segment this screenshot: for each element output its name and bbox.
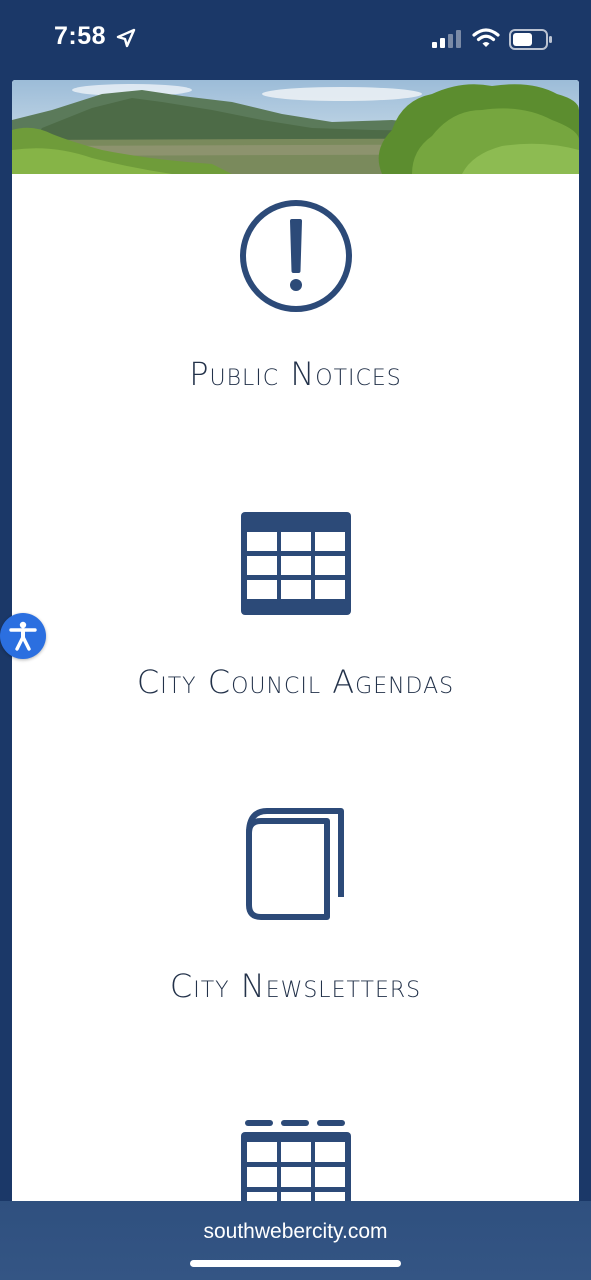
tile-label-city-newsletters: City Newsletters [169,967,422,1005]
location-arrow-icon [116,28,136,53]
accessibility-person-icon [9,621,37,651]
battery-icon [509,29,553,56]
hero-banner-image [12,80,579,174]
wifi-icon [472,27,500,54]
cellular-signal-icon [431,29,463,54]
tile-public-notices[interactable]: Public Notices [12,197,579,397]
status-bar: 7:58 [0,0,591,80]
url-text[interactable]: southwebercity.com [0,1220,591,1244]
content-panel: Public Notices City Council Agendas City… [12,80,579,1201]
calendar-icon [239,1118,353,1201]
browser-address-bar[interactable]: southwebercity.com [0,1201,591,1280]
home-indicator[interactable] [190,1260,401,1267]
tile-city-council-agendas[interactable]: City Council Agendas [12,510,579,705]
phone-screen: 7:58 Public Notices City Council Agendas… [0,0,591,1280]
book-icon [245,807,347,928]
calendar-grid-icon [239,510,353,623]
exclamation-circle-icon [239,199,353,318]
tile-calendar[interactable] [12,1116,579,1201]
tile-label-public-notices: Public Notices [189,355,402,393]
tile-label-city-council-agendas: City Council Agendas [136,663,455,701]
status-time: 7:58 [54,22,107,50]
tile-city-newsletters[interactable]: City Newsletters [12,807,579,1007]
accessibility-button[interactable] [0,613,46,659]
